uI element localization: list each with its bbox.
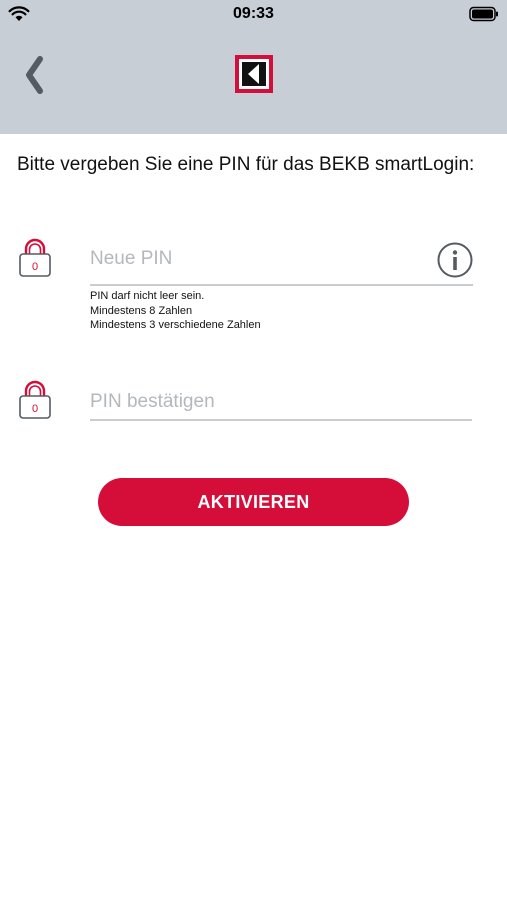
bekb-logo-icon (235, 55, 273, 93)
pin-requirements: PIN darf nicht leer sein. Mindestens 8 Z… (90, 289, 261, 333)
lock-digit: 0 (32, 261, 38, 273)
pin-hint: PIN darf nicht leer sein. (90, 290, 205, 302)
lock-icon: 0 (19, 238, 51, 277)
new-pin-underline (90, 284, 473, 286)
app-header: 09:33 (0, 0, 507, 134)
new-pin-input[interactable] (90, 242, 430, 276)
activate-button[interactable]: AKTIVIEREN (98, 478, 409, 526)
lock-icon: 0 (19, 380, 51, 419)
info-icon[interactable] (437, 242, 473, 278)
confirm-pin-input[interactable] (90, 385, 472, 421)
lock-digit: 0 (32, 403, 38, 415)
pin-hint: Mindestens 3 verschiedene Zahlen (90, 319, 261, 331)
status-bar: 09:33 (0, 0, 507, 30)
battery-icon (469, 6, 498, 22)
back-button[interactable] (20, 54, 50, 96)
instruction-text: Bitte vergeben Sie eine PIN für das BEKB… (17, 154, 475, 175)
pin-hint: Mindestens 8 Zahlen (90, 304, 193, 317)
status-time: 09:33 (233, 5, 274, 22)
